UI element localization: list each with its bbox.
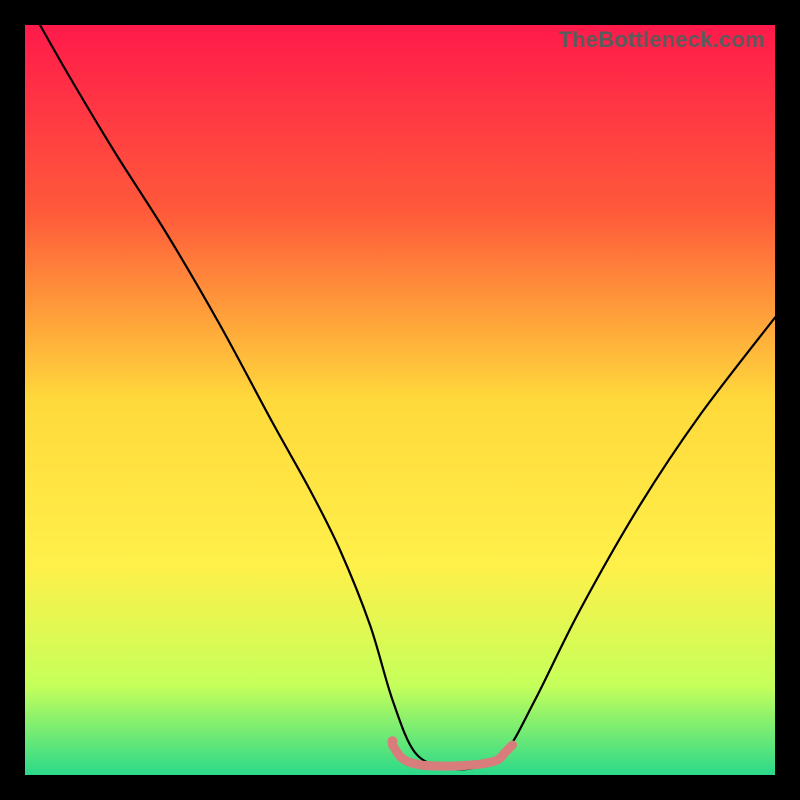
gradient-background [25, 25, 775, 775]
chart-canvas [25, 25, 775, 775]
chart-frame: TheBottleneck.com [25, 25, 775, 775]
watermark-text: TheBottleneck.com [559, 27, 765, 53]
optimal-marker-dot [388, 736, 398, 746]
